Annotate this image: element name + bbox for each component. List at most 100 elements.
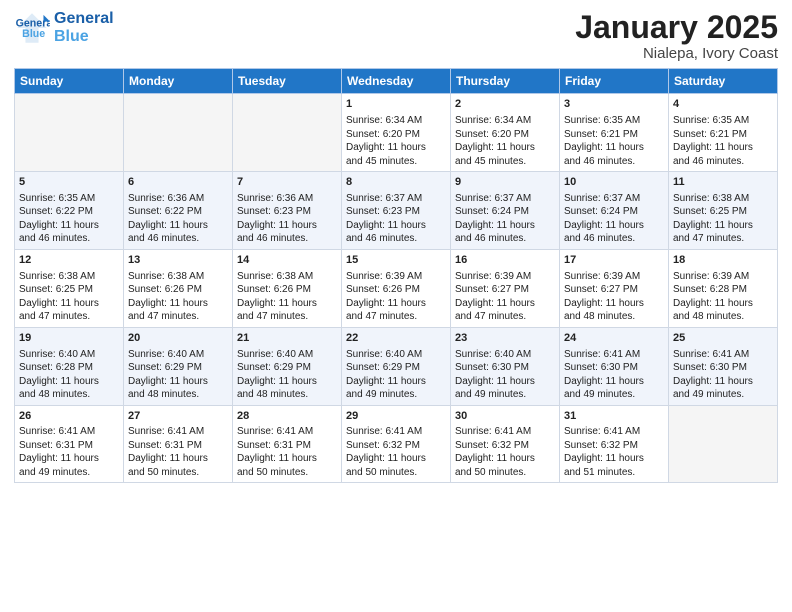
day-number: 25 — [673, 331, 773, 346]
day-number: 21 — [237, 331, 337, 346]
day-number: 31 — [564, 409, 664, 424]
day-info: Sunrise: 6:37 AM Sunset: 6:24 PM Dayligh… — [564, 192, 664, 246]
calendar-day: 11 Sunrise: 6:38 AM Sunset: 6:25 PM Dayli… — [669, 172, 778, 250]
calendar: SundayMondayTuesdayWednesdayThursdayFrid… — [14, 68, 778, 483]
day-info: Sunrise: 6:41 AM Sunset: 6:32 PM Dayligh… — [455, 425, 555, 479]
calendar-day: 6 Sunrise: 6:36 AM Sunset: 6:22 PM Daylig… — [124, 172, 233, 250]
calendar-day: 5 Sunrise: 6:35 AM Sunset: 6:22 PM Daylig… — [15, 172, 124, 250]
month-title: January 2025 — [575, 10, 778, 45]
calendar-day: 30Sunrise: 6:41 AM Sunset: 6:32 PM Dayli… — [451, 405, 560, 483]
day-number: 16 — [455, 253, 555, 268]
weekday-header: Thursday — [451, 69, 560, 94]
day-info: Sunrise: 6:35 AM Sunset: 6:21 PM Dayligh… — [564, 114, 664, 168]
day-number: 26 — [19, 409, 119, 424]
day-number: 15 — [346, 253, 446, 268]
day-number: 2 — [455, 97, 555, 112]
calendar-day: 15 Sunrise: 6:39 AM Sunset: 6:26 PM Dayli… — [342, 249, 451, 327]
calendar-day — [15, 94, 124, 172]
calendar-week: 26Sunrise: 6:41 AM Sunset: 6:31 PM Dayli… — [15, 405, 778, 483]
calendar-day: 8Sunrise: 6:37 AM Sunset: 6:23 PM Daylig… — [342, 172, 451, 250]
day-number: 11 — [673, 175, 773, 190]
calendar-day: 13 Sunrise: 6:38 AM Sunset: 6:26 PM Dayli… — [124, 249, 233, 327]
logo-line2: Blue — [54, 28, 114, 46]
day-number: 18 — [673, 253, 773, 268]
day-info: Sunrise: 6:38 AM Sunset: 6:25 PM Dayligh… — [673, 192, 773, 246]
day-info: Sunrise: 6:39 AM Sunset: 6:27 PM Dayligh… — [564, 270, 664, 324]
day-info: Sunrise: 6:40 AM Sunset: 6:30 PM Dayligh… — [455, 348, 555, 402]
calendar-day: 10 Sunrise: 6:37 AM Sunset: 6:24 PM Dayli… — [560, 172, 669, 250]
location: Nialepa, Ivory Coast — [575, 45, 778, 62]
logo-text: General Blue — [54, 10, 114, 45]
day-number: 13 — [128, 253, 228, 268]
title-block: January 2025 Nialepa, Ivory Coast — [575, 10, 778, 62]
day-info: Sunrise: 6:41 AM Sunset: 6:31 PM Dayligh… — [237, 425, 337, 479]
day-number: 28 — [237, 409, 337, 424]
day-info: Sunrise: 6:37 AM Sunset: 6:24 PM Dayligh… — [455, 192, 555, 246]
day-number: 19 — [19, 331, 119, 346]
calendar-week: 12Sunrise: 6:38 AM Sunset: 6:25 PM Dayli… — [15, 249, 778, 327]
day-number: 7 — [237, 175, 337, 190]
day-number: 8 — [346, 175, 446, 190]
day-info: Sunrise: 6:40 AM Sunset: 6:29 PM Dayligh… — [346, 348, 446, 402]
day-number: 10 — [564, 175, 664, 190]
calendar-day — [124, 94, 233, 172]
weekday-header: Wednesday — [342, 69, 451, 94]
day-info: Sunrise: 6:40 AM Sunset: 6:29 PM Dayligh… — [128, 348, 228, 402]
day-number: 12 — [19, 253, 119, 268]
calendar-day: 9 Sunrise: 6:37 AM Sunset: 6:24 PM Daylig… — [451, 172, 560, 250]
day-info: Sunrise: 6:39 AM Sunset: 6:26 PM Dayligh… — [346, 270, 446, 324]
day-number: 5 — [19, 175, 119, 190]
day-info: Sunrise: 6:35 AM Sunset: 6:22 PM Dayligh… — [19, 192, 119, 246]
calendar-day: 18 Sunrise: 6:39 AM Sunset: 6:28 PM Dayli… — [669, 249, 778, 327]
page: General Blue General Blue January 2025 N… — [0, 0, 792, 612]
day-info: Sunrise: 6:41 AM Sunset: 6:30 PM Dayligh… — [564, 348, 664, 402]
day-info: Sunrise: 6:41 AM Sunset: 6:32 PM Dayligh… — [346, 425, 446, 479]
day-info: Sunrise: 6:39 AM Sunset: 6:28 PM Dayligh… — [673, 270, 773, 324]
calendar-day: 28Sunrise: 6:41 AM Sunset: 6:31 PM Dayli… — [233, 405, 342, 483]
weekday-header: Friday — [560, 69, 669, 94]
calendar-day: 19Sunrise: 6:40 AM Sunset: 6:28 PM Dayli… — [15, 327, 124, 405]
svg-text:Blue: Blue — [22, 28, 45, 40]
day-info: Sunrise: 6:36 AM Sunset: 6:23 PM Dayligh… — [237, 192, 337, 246]
calendar-day: 7 Sunrise: 6:36 AM Sunset: 6:23 PM Daylig… — [233, 172, 342, 250]
logo-icon: General Blue — [14, 10, 50, 46]
day-number: 1 — [346, 97, 446, 112]
weekday-header-row: SundayMondayTuesdayWednesdayThursdayFrid… — [15, 69, 778, 94]
day-number: 27 — [128, 409, 228, 424]
header: General Blue General Blue January 2025 N… — [14, 10, 778, 62]
day-info: Sunrise: 6:41 AM Sunset: 6:30 PM Dayligh… — [673, 348, 773, 402]
day-info: Sunrise: 6:40 AM Sunset: 6:29 PM Dayligh… — [237, 348, 337, 402]
day-number: 29 — [346, 409, 446, 424]
logo-line1: General — [54, 10, 114, 28]
day-number: 4 — [673, 97, 773, 112]
day-info: Sunrise: 6:35 AM Sunset: 6:21 PM Dayligh… — [673, 114, 773, 168]
logo: General Blue General Blue — [14, 10, 114, 46]
calendar-day: 4 Sunrise: 6:35 AM Sunset: 6:21 PM Daylig… — [669, 94, 778, 172]
calendar-day: 31Sunrise: 6:41 AM Sunset: 6:32 PM Dayli… — [560, 405, 669, 483]
calendar-day: 22Sunrise: 6:40 AM Sunset: 6:29 PM Dayli… — [342, 327, 451, 405]
calendar-day: 20Sunrise: 6:40 AM Sunset: 6:29 PM Dayli… — [124, 327, 233, 405]
day-number: 6 — [128, 175, 228, 190]
calendar-day: 1 Sunrise: 6:34 AM Sunset: 6:20 PM Daylig… — [342, 94, 451, 172]
weekday-header: Monday — [124, 69, 233, 94]
day-info: Sunrise: 6:39 AM Sunset: 6:27 PM Dayligh… — [455, 270, 555, 324]
weekday-header: Sunday — [15, 69, 124, 94]
calendar-week: 1 Sunrise: 6:34 AM Sunset: 6:20 PM Daylig… — [15, 94, 778, 172]
day-info: Sunrise: 6:34 AM Sunset: 6:20 PM Dayligh… — [346, 114, 446, 168]
calendar-day: 3Sunrise: 6:35 AM Sunset: 6:21 PM Daylig… — [560, 94, 669, 172]
day-info: Sunrise: 6:38 AM Sunset: 6:26 PM Dayligh… — [128, 270, 228, 324]
day-number: 9 — [455, 175, 555, 190]
day-number: 30 — [455, 409, 555, 424]
day-info: Sunrise: 6:36 AM Sunset: 6:22 PM Dayligh… — [128, 192, 228, 246]
day-info: Sunrise: 6:41 AM Sunset: 6:31 PM Dayligh… — [19, 425, 119, 479]
calendar-week: 19Sunrise: 6:40 AM Sunset: 6:28 PM Dayli… — [15, 327, 778, 405]
calendar-day: 12Sunrise: 6:38 AM Sunset: 6:25 PM Dayli… — [15, 249, 124, 327]
calendar-day — [669, 405, 778, 483]
calendar-day — [233, 94, 342, 172]
calendar-day: 29Sunrise: 6:41 AM Sunset: 6:32 PM Dayli… — [342, 405, 451, 483]
calendar-day: 25 Sunrise: 6:41 AM Sunset: 6:30 PM Dayli… — [669, 327, 778, 405]
calendar-day: 27Sunrise: 6:41 AM Sunset: 6:31 PM Dayli… — [124, 405, 233, 483]
day-info: Sunrise: 6:41 AM Sunset: 6:32 PM Dayligh… — [564, 425, 664, 479]
day-info: Sunrise: 6:38 AM Sunset: 6:26 PM Dayligh… — [237, 270, 337, 324]
calendar-day: 23Sunrise: 6:40 AM Sunset: 6:30 PM Dayli… — [451, 327, 560, 405]
